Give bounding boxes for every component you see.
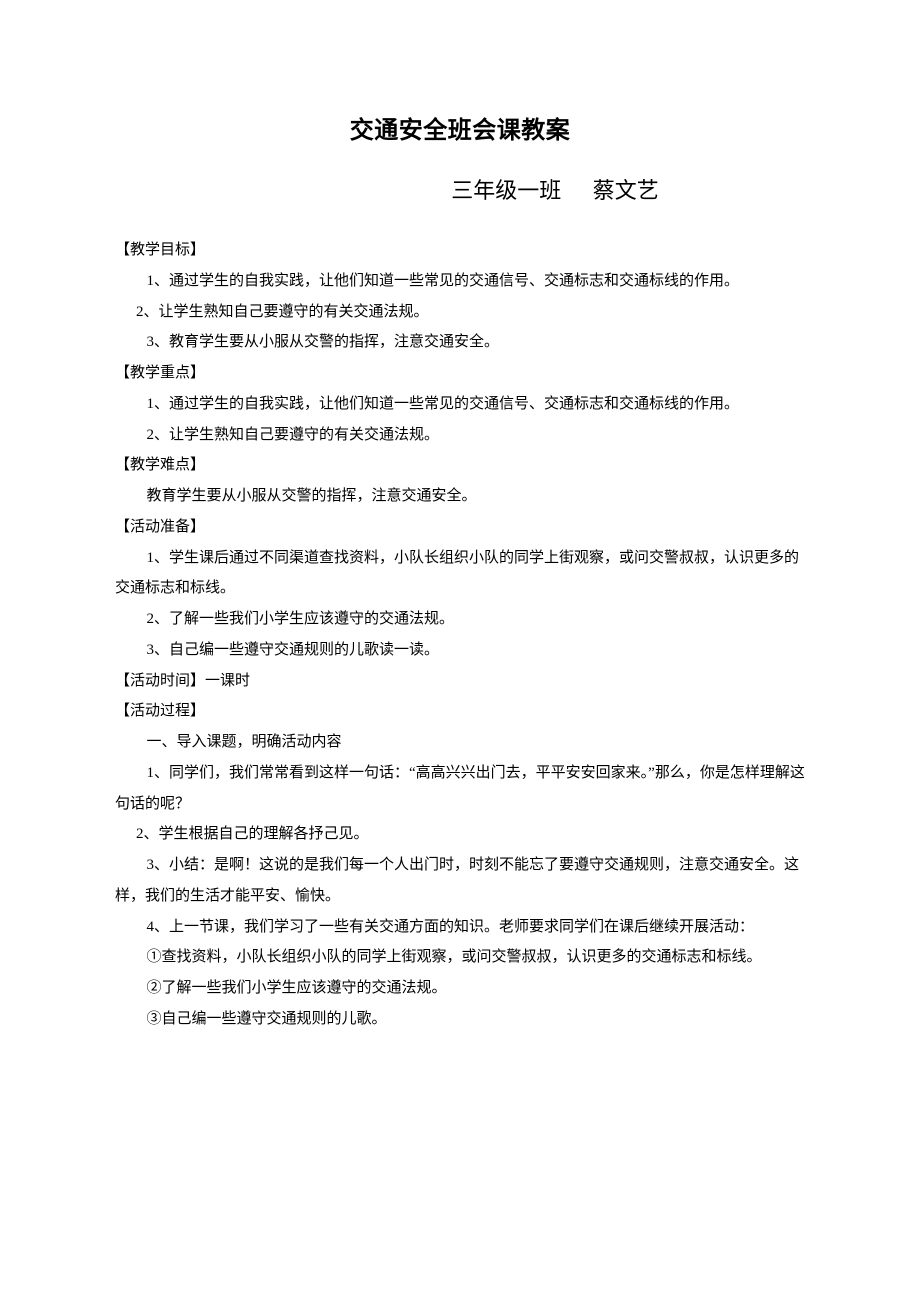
paragraph: 1、通过学生的自我实践，让他们知道一些常见的交通信号、交通标志和交通标线的作用。 <box>115 389 805 420</box>
paragraph: 2、让学生熟知自己要遵守的有关交通法规。 <box>115 297 805 328</box>
document-subtitle: 三年级一班 蔡文艺 <box>115 173 805 205</box>
paragraph: 3、自己编一些遵守交通规则的儿歌读一读。 <box>115 635 805 666</box>
class-name: 三年级一班 <box>451 178 561 203</box>
paragraph: 1、学生课后通过不同渠道查找资料，小队长组织小队的同学上街观察，或问交警叔叔，认… <box>115 543 805 605</box>
paragraph: 一、导入课题，明确活动内容 <box>115 727 805 758</box>
paragraph: 2、了解一些我们小学生应该遵守的交通法规。 <box>115 604 805 635</box>
section-heading: 【活动过程】 <box>115 696 805 727</box>
paragraph: 2、学生根据自己的理解各抒己见。 <box>115 819 805 850</box>
section-heading: 【教学目标】 <box>115 235 805 266</box>
document-body: 【教学目标】 1、通过学生的自我实践，让他们知道一些常见的交通信号、交通标志和交… <box>115 235 805 1035</box>
paragraph: ①查找资料，小队长组织小队的同学上街观察，或问交警叔叔，认识更多的交通标志和标线… <box>115 942 805 973</box>
teacher-name: 蔡文艺 <box>593 178 659 203</box>
section-heading: 【活动准备】 <box>115 512 805 543</box>
page-container: 交通安全班会课教案 三年级一班 蔡文艺 【教学目标】 1、通过学生的自我实践，让… <box>0 0 920 1125</box>
paragraph: 3、小结：是啊！这说的是我们每一个人出门时，时刻不能忘了要遵守交通规则，注意交通… <box>115 850 805 912</box>
paragraph: ③自己编一些遵守交通规则的儿歌。 <box>115 1004 805 1035</box>
document-title: 交通安全班会课教案 <box>115 110 805 145</box>
paragraph: 1、同学们，我们常常看到这样一句话：“高高兴兴出门去，平平安安回家来。”那么，你… <box>115 758 805 820</box>
paragraph: 教育学生要从小服从交警的指挥，注意交通安全。 <box>115 481 805 512</box>
section-heading: 【教学难点】 <box>115 450 805 481</box>
paragraph: 4、上一节课，我们学习了一些有关交通方面的知识。老师要求同学们在课后继续开展活动… <box>115 912 805 943</box>
paragraph: 3、教育学生要从小服从交警的指挥，注意交通安全。 <box>115 327 805 358</box>
paragraph: 1、通过学生的自我实践，让他们知道一些常见的交通信号、交通标志和交通标线的作用。 <box>115 266 805 297</box>
section-heading: 【教学重点】 <box>115 358 805 389</box>
section-heading: 【活动时间】一课时 <box>115 666 805 697</box>
paragraph: ②了解一些我们小学生应该遵守的交通法规。 <box>115 973 805 1004</box>
paragraph: 2、让学生熟知自己要遵守的有关交通法规。 <box>115 420 805 451</box>
